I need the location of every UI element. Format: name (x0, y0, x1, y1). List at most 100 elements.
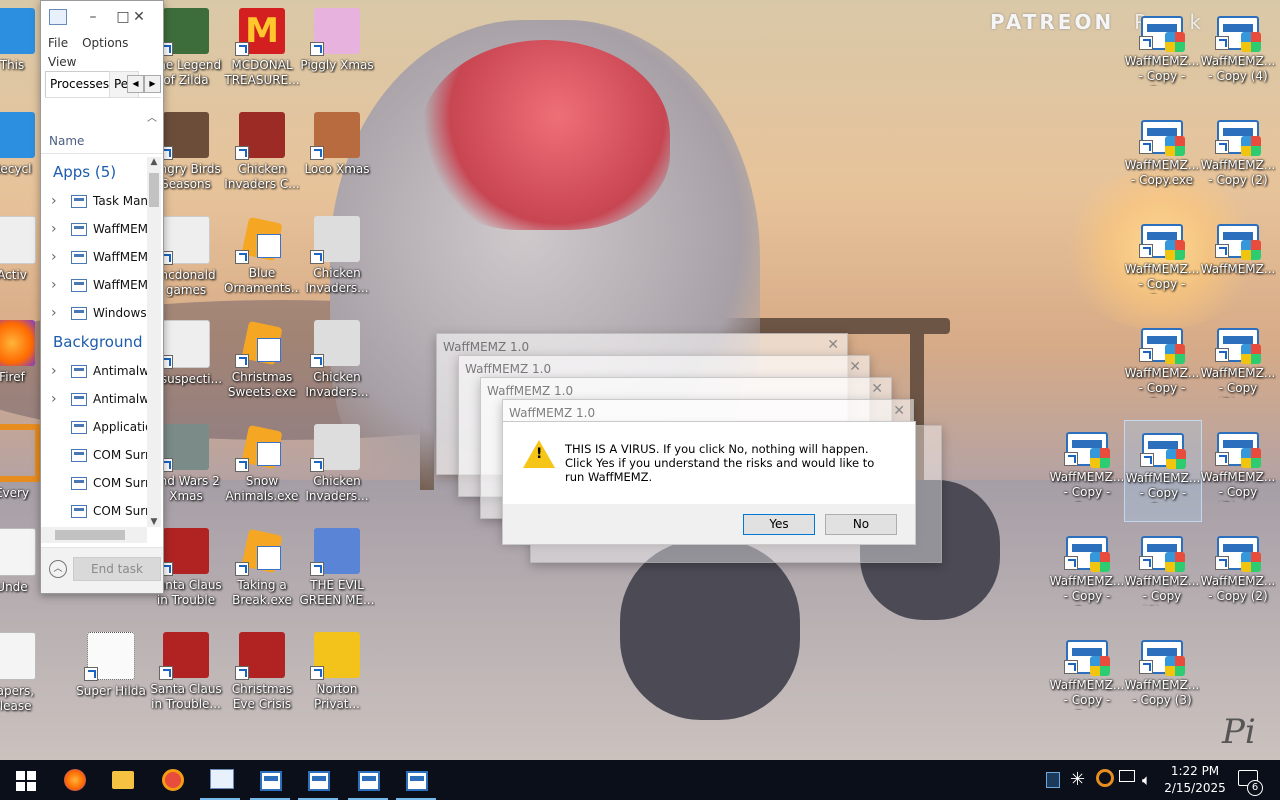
desktop-icon[interactable]: WaffMEMZ... - Copy (4).e... (1124, 524, 1200, 624)
dialog-close-icon[interactable]: ✕ (827, 337, 839, 353)
expand-chevron-icon[interactable]: › (51, 299, 57, 327)
task-manager-window[interactable]: – □ ✕ File Options View Processes Pe ◀ ▶ … (40, 0, 164, 594)
desktop-icon[interactable]: Christmas Eve Crisis (224, 628, 300, 728)
desktop-icon-label: THE EVIL GREEN ME... (299, 578, 375, 607)
desktop[interactable]: PATREON Py k Pi ThisRecyclActivFirefEver… (0, 0, 1280, 760)
process-row[interactable]: › WaffMEM (41, 271, 147, 299)
desktop-icon[interactable]: Papers, Please (0, 628, 50, 728)
expand-chevron-icon[interactable]: › (51, 271, 57, 299)
tab-processes[interactable]: Processes (45, 71, 115, 97)
desktop-icon[interactable]: WaffMEMZ... - Copy (4) -... (1200, 4, 1276, 104)
expand-chevron-icon[interactable]: › (51, 215, 57, 243)
process-row[interactable]: Applicatio (41, 413, 147, 441)
desktop-icon[interactable]: Blue Ornaments... (224, 212, 300, 312)
tray-asterisk-icon[interactable]: ✳ (1070, 768, 1085, 808)
desktop-icon[interactable]: THE EVIL GREEN ME... (299, 524, 375, 624)
no-button[interactable]: No (825, 514, 897, 535)
desktop-icon[interactable]: WaffMEMZ... - Copy - Co... (1124, 316, 1200, 416)
desktop-icon[interactable]: WaffMEMZ... - Copy (3).e... (1200, 420, 1276, 520)
desktop-icon[interactable]: Super Hilda (73, 628, 149, 728)
desktop-icon[interactable]: WaffMEMZ... - Copy.exe (1124, 108, 1200, 208)
taskbar-waffmemz[interactable] (294, 760, 342, 800)
desktop-icon[interactable]: Snow Animals.exe (224, 420, 300, 520)
expand-chevron-icon[interactable]: › (51, 385, 57, 413)
tab-scroll-right[interactable]: ▶ (144, 75, 161, 93)
desktop-icon[interactable]: Chicken Invaders... (299, 420, 375, 520)
waffmemz-dialog-front[interactable]: ! THIS IS A VIRUS. If you click No, noth… (502, 421, 916, 545)
process-row[interactable]: COM Surr (41, 497, 147, 525)
desktop-icon[interactable]: WaffMEMZ... - Copy (2).e... (1200, 316, 1276, 416)
close-button[interactable]: ✕ (129, 7, 149, 27)
taskbar-waffmemz[interactable] (344, 760, 392, 800)
taskbar-firefox[interactable] (50, 760, 98, 800)
desktop-icon[interactable]: Chicken Invaders... (299, 212, 375, 312)
taskbar-browser[interactable] (148, 760, 196, 800)
shortcut-arrow-icon (235, 354, 249, 368)
desktop-icon[interactable]: Taking a Break.exe (224, 524, 300, 624)
desktop-icon[interactable]: Chicken Invaders C... (224, 108, 300, 208)
dialog-close-icon[interactable]: ✕ (871, 381, 883, 397)
taskbar-waffmemz[interactable] (392, 760, 440, 800)
fewer-details-icon[interactable]: ︿ (49, 560, 67, 578)
scroll-thumb[interactable] (149, 173, 159, 207)
taskbar-file-explorer[interactable] (98, 760, 146, 800)
expand-chevron-icon[interactable]: › (51, 357, 57, 385)
process-row[interactable]: › WaffMEM (41, 243, 147, 271)
process-row[interactable]: COM Surr (41, 441, 147, 469)
taskbar-task-manager[interactable] (196, 760, 244, 800)
desktop-icon[interactable]: WaffMEMZ... - Copy - Co... (1124, 4, 1200, 104)
tray-app-icon[interactable] (1046, 772, 1060, 788)
network-icon[interactable] (1119, 770, 1135, 782)
menu-options[interactable]: Options (82, 36, 128, 50)
expand-chevron-icon[interactable]: › (51, 187, 57, 215)
process-row[interactable]: › WaffMEM (41, 215, 147, 243)
folder-icon (159, 320, 210, 369)
taskbar-waffmemz[interactable] (246, 760, 294, 800)
horizontal-scrollbar[interactable] (41, 527, 147, 543)
process-row[interactable]: › Antimalw (41, 385, 147, 413)
desktop-icon[interactable]: Piggly Xmas (299, 4, 375, 104)
desktop-icon[interactable]: WaffMEMZ... - Copy - Co... (1124, 212, 1200, 312)
sort-caret-icon[interactable]: ︿ (147, 109, 157, 124)
desktop-icon[interactable]: Christmas Sweets.exe (224, 316, 300, 416)
scroll-up-icon[interactable]: ▲ (147, 157, 161, 167)
process-row[interactable]: › Task Mana (41, 187, 147, 215)
hscroll-thumb[interactable] (55, 530, 125, 540)
installer-icon (235, 320, 285, 368)
end-task-button[interactable]: End task (73, 557, 161, 581)
folder-icon (112, 771, 134, 789)
clock[interactable]: 1:22 PM 2/15/2025 (1160, 763, 1230, 797)
process-row[interactable]: COM Surr (41, 469, 147, 497)
desktop-icon[interactable]: Norton Privat... (299, 628, 375, 728)
desktop-icon[interactable]: Chicken Invaders... (299, 316, 375, 416)
process-row[interactable]: › Windows (41, 299, 147, 327)
column-name[interactable]: Name (49, 134, 84, 148)
desktop-icon[interactable]: Loco Xmas (299, 108, 375, 208)
minimize-button[interactable]: – (83, 7, 103, 27)
volume-icon[interactable]: 🔈︎ (1142, 768, 1151, 808)
yes-button[interactable]: Yes (743, 514, 815, 535)
vertical-scrollbar[interactable]: ▲ ▼ (147, 157, 161, 527)
menu-file[interactable]: File (48, 36, 68, 50)
desktop-icon[interactable]: WaffMEMZ... - Copy (3) -... (1124, 628, 1200, 728)
tab-scroll-left[interactable]: ◀ (127, 75, 144, 93)
desktop-icon[interactable]: WaffMEMZ... - Copy - Co... (1124, 420, 1202, 522)
task-manager-titlebar[interactable]: – □ ✕ (41, 1, 163, 33)
expand-chevron-icon[interactable]: › (51, 243, 57, 271)
dialog-close-icon[interactable]: ✕ (849, 359, 861, 375)
shortcut-arrow-icon (1215, 140, 1229, 154)
desktop-icon[interactable]: WaffMEMZ... - Copy - Co... (1049, 628, 1125, 728)
desktop-icon[interactable]: M MCDONAL TREASURE... (224, 4, 300, 104)
desktop-icon[interactable]: WaffMEMZ... - Copy (2) -... (1200, 108, 1276, 208)
desktop-icon[interactable]: WaffMEMZ... - Copy - Co... (1049, 420, 1125, 520)
desktop-icon[interactable]: Santa Claus in Trouble... (148, 628, 224, 728)
process-row[interactable]: › Antimalw (41, 357, 147, 385)
dialog-close-icon[interactable]: ✕ (893, 403, 905, 419)
menu-view[interactable]: View (48, 55, 76, 69)
start-button[interactable] (0, 760, 48, 800)
scroll-down-icon[interactable]: ▼ (147, 517, 161, 527)
tray-search-icon[interactable] (1096, 769, 1114, 787)
desktop-icon[interactable]: WaffMEMZ... - Copy - Co... (1049, 524, 1125, 624)
desktop-icon[interactable]: WaffMEMZ... (1200, 212, 1276, 312)
desktop-icon[interactable]: WaffMEMZ... - Copy (2) -... (1200, 524, 1276, 624)
